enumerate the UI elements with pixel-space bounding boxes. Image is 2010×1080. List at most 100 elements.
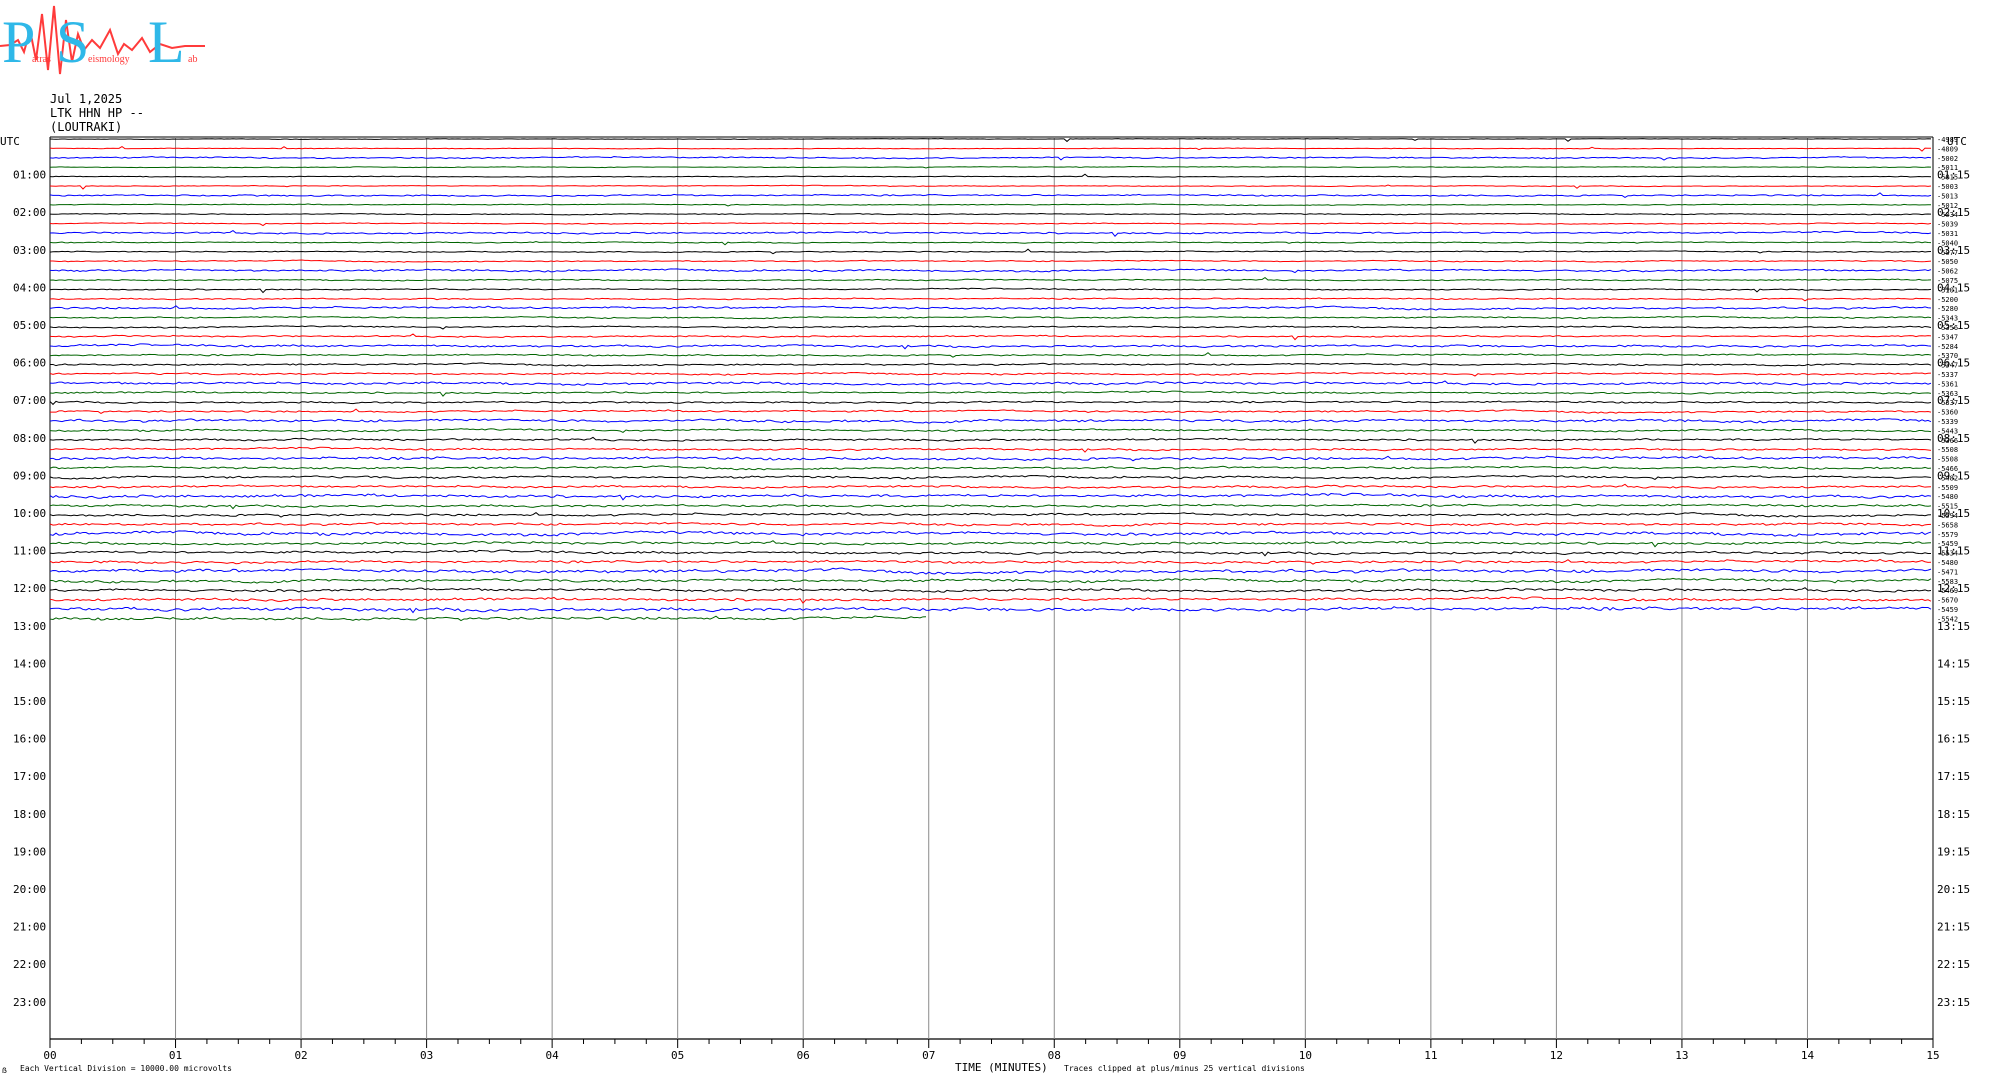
hour-label-left: 05:00 <box>13 319 46 332</box>
trace-offset-label: -5658 <box>1937 521 1958 529</box>
trace-offset-label: -5013 <box>1937 192 1958 200</box>
seismic-trace-2 <box>49 145 1932 152</box>
seismic-trace-26 <box>49 372 1932 377</box>
seismic-trace-32 <box>49 428 1932 433</box>
trace-offset-label: -5370 <box>1937 352 1958 360</box>
seismic-trace-47 <box>49 567 1932 575</box>
seismic-trace-34 <box>49 446 1932 453</box>
seismic-trace-7 <box>49 192 1932 198</box>
trace-offset-label: -5200 <box>1937 296 1958 304</box>
hour-label-left: 04:00 <box>13 281 46 294</box>
hour-label-right: 15:15 <box>1937 695 1970 708</box>
trace-offset-label: -5339 <box>1937 418 1958 426</box>
trace-offset-label: -5337 <box>1937 399 1958 407</box>
seismic-trace-48 <box>49 577 1932 584</box>
seismic-trace-31 <box>49 418 1932 424</box>
x-tick-label: 13 <box>1675 1049 1688 1062</box>
hour-label-left: 11:00 <box>13 545 46 558</box>
x-tick-label: 01 <box>169 1049 182 1062</box>
trace-offset-label: -5040 <box>1937 239 1958 247</box>
footer-clip-note: Traces clipped at plus/minus 25 vertical… <box>1064 1064 1305 1073</box>
trace-offset-label: -5363 <box>1937 390 1958 398</box>
x-tick-label: 12 <box>1550 1049 1563 1062</box>
trace-offset-label: -5583 <box>1937 578 1958 586</box>
seismic-trace-8 <box>49 203 1932 207</box>
hour-label-right: 20:15 <box>1937 883 1970 896</box>
trace-offset-label: -5508 <box>1937 456 1958 464</box>
seismic-trace-37 <box>49 474 1932 480</box>
hour-label-left: 07:00 <box>13 394 46 407</box>
hour-label-left: 18:00 <box>13 808 46 821</box>
helicorder-plot: UTC UTC01:0002:0003:0004:0005:0006:0007:0… <box>0 135 1970 1062</box>
trace-offset-label: -5050 <box>1937 258 1958 266</box>
seismic-trace-21 <box>49 325 1932 330</box>
trace-offset-label: -5361 <box>1937 380 1958 388</box>
trace-offset-label: -5011 <box>1937 164 1958 172</box>
trace-offset-label: -5579 <box>1937 531 1958 539</box>
hour-label-right: 22:15 <box>1937 958 1970 971</box>
seismic-trace-49 <box>49 587 1932 593</box>
trace-offset-label: -5459 <box>1937 606 1958 614</box>
hour-label-right: 21:15 <box>1937 921 1970 934</box>
seismic-trace-29 <box>49 400 1932 406</box>
seismic-trace-25 <box>49 362 1932 367</box>
trace-offset-label: -5077 <box>1937 249 1958 257</box>
hour-label-right: 17:15 <box>1937 770 1970 783</box>
seismic-trace-12 <box>49 240 1932 246</box>
seismic-trace-10 <box>49 222 1932 227</box>
trace-offset-label: -5347 <box>1937 362 1958 370</box>
footer-xlabel: TIME (MINUTES) <box>955 1061 1048 1074</box>
seismic-trace-41 <box>49 512 1932 518</box>
seismic-trace-17 <box>49 287 1932 294</box>
seismic-trace-20 <box>49 315 1932 320</box>
seismic-trace-22 <box>49 333 1932 341</box>
trace-offset-label: -5443 <box>1937 427 1958 435</box>
seismic-trace-23 <box>49 343 1932 350</box>
x-tick-label: 00 <box>43 1049 56 1062</box>
footer-corner-mark: ẞ <box>2 1066 7 1075</box>
seismic-trace-39 <box>49 492 1932 501</box>
seismic-trace-6 <box>49 184 1932 190</box>
seismic-trace-13 <box>49 248 1932 255</box>
seismic-trace-4 <box>49 166 1932 169</box>
seismic-trace-15 <box>49 268 1932 274</box>
hour-label-left: 19:00 <box>13 845 46 858</box>
trace-offset-label: -5366 <box>1937 437 1958 445</box>
trace-offset-label: -5459 <box>1937 540 1958 548</box>
hour-label-right: 16:15 <box>1937 733 1970 746</box>
trace-offset-label: -5343 <box>1937 315 1958 323</box>
seismic-trace-28 <box>49 390 1932 397</box>
x-tick-label: 14 <box>1801 1049 1815 1062</box>
trace-offset-label: -5480 <box>1937 559 1958 567</box>
trace-offset-label: -5471 <box>1937 568 1958 576</box>
trace-offset-label: -5542 <box>1937 615 1958 623</box>
x-tick-label: 08 <box>1048 1049 1061 1062</box>
seismic-trace-18 <box>49 297 1932 302</box>
x-tick-label: 04 <box>546 1049 560 1062</box>
seismic-trace-35 <box>49 455 1932 462</box>
trace-offset-label: -5337 <box>1937 371 1958 379</box>
trace-offset-label: -5062 <box>1937 268 1958 276</box>
trace-offset-label: -5347 <box>1937 333 1958 341</box>
seismic-trace-14 <box>50 259 1932 263</box>
hour-label-right: 19:15 <box>1937 845 1970 858</box>
trace-offset-label: -5015 <box>1937 174 1958 182</box>
seismic-trace-51 <box>49 606 1932 614</box>
hour-label-right: 14:15 <box>1937 657 1970 670</box>
hour-label-left: 03:00 <box>13 244 46 257</box>
trace-offset-label: -5480 <box>1937 493 1958 501</box>
seismic-trace-52 <box>49 615 927 622</box>
trace-offset-label: -5508 <box>1937 446 1958 454</box>
hour-label-left: 22:00 <box>13 958 46 971</box>
x-tick-label: 06 <box>797 1049 810 1062</box>
seismic-trace-40 <box>49 503 1932 510</box>
trace-offset-label: -5039 <box>1937 221 1958 229</box>
trace-offset-label: -5101 <box>1937 286 1958 294</box>
trace-offset-label: -5034 <box>1937 211 1958 219</box>
trace-offset-label: -5594 <box>1937 512 1958 520</box>
hour-label-left: 01:00 <box>13 169 46 182</box>
seismic-trace-36 <box>49 465 1932 471</box>
x-tick-label: 05 <box>671 1049 684 1062</box>
trace-offset-label: -5469 <box>1937 587 1958 595</box>
seismic-trace-46 <box>49 558 1932 565</box>
